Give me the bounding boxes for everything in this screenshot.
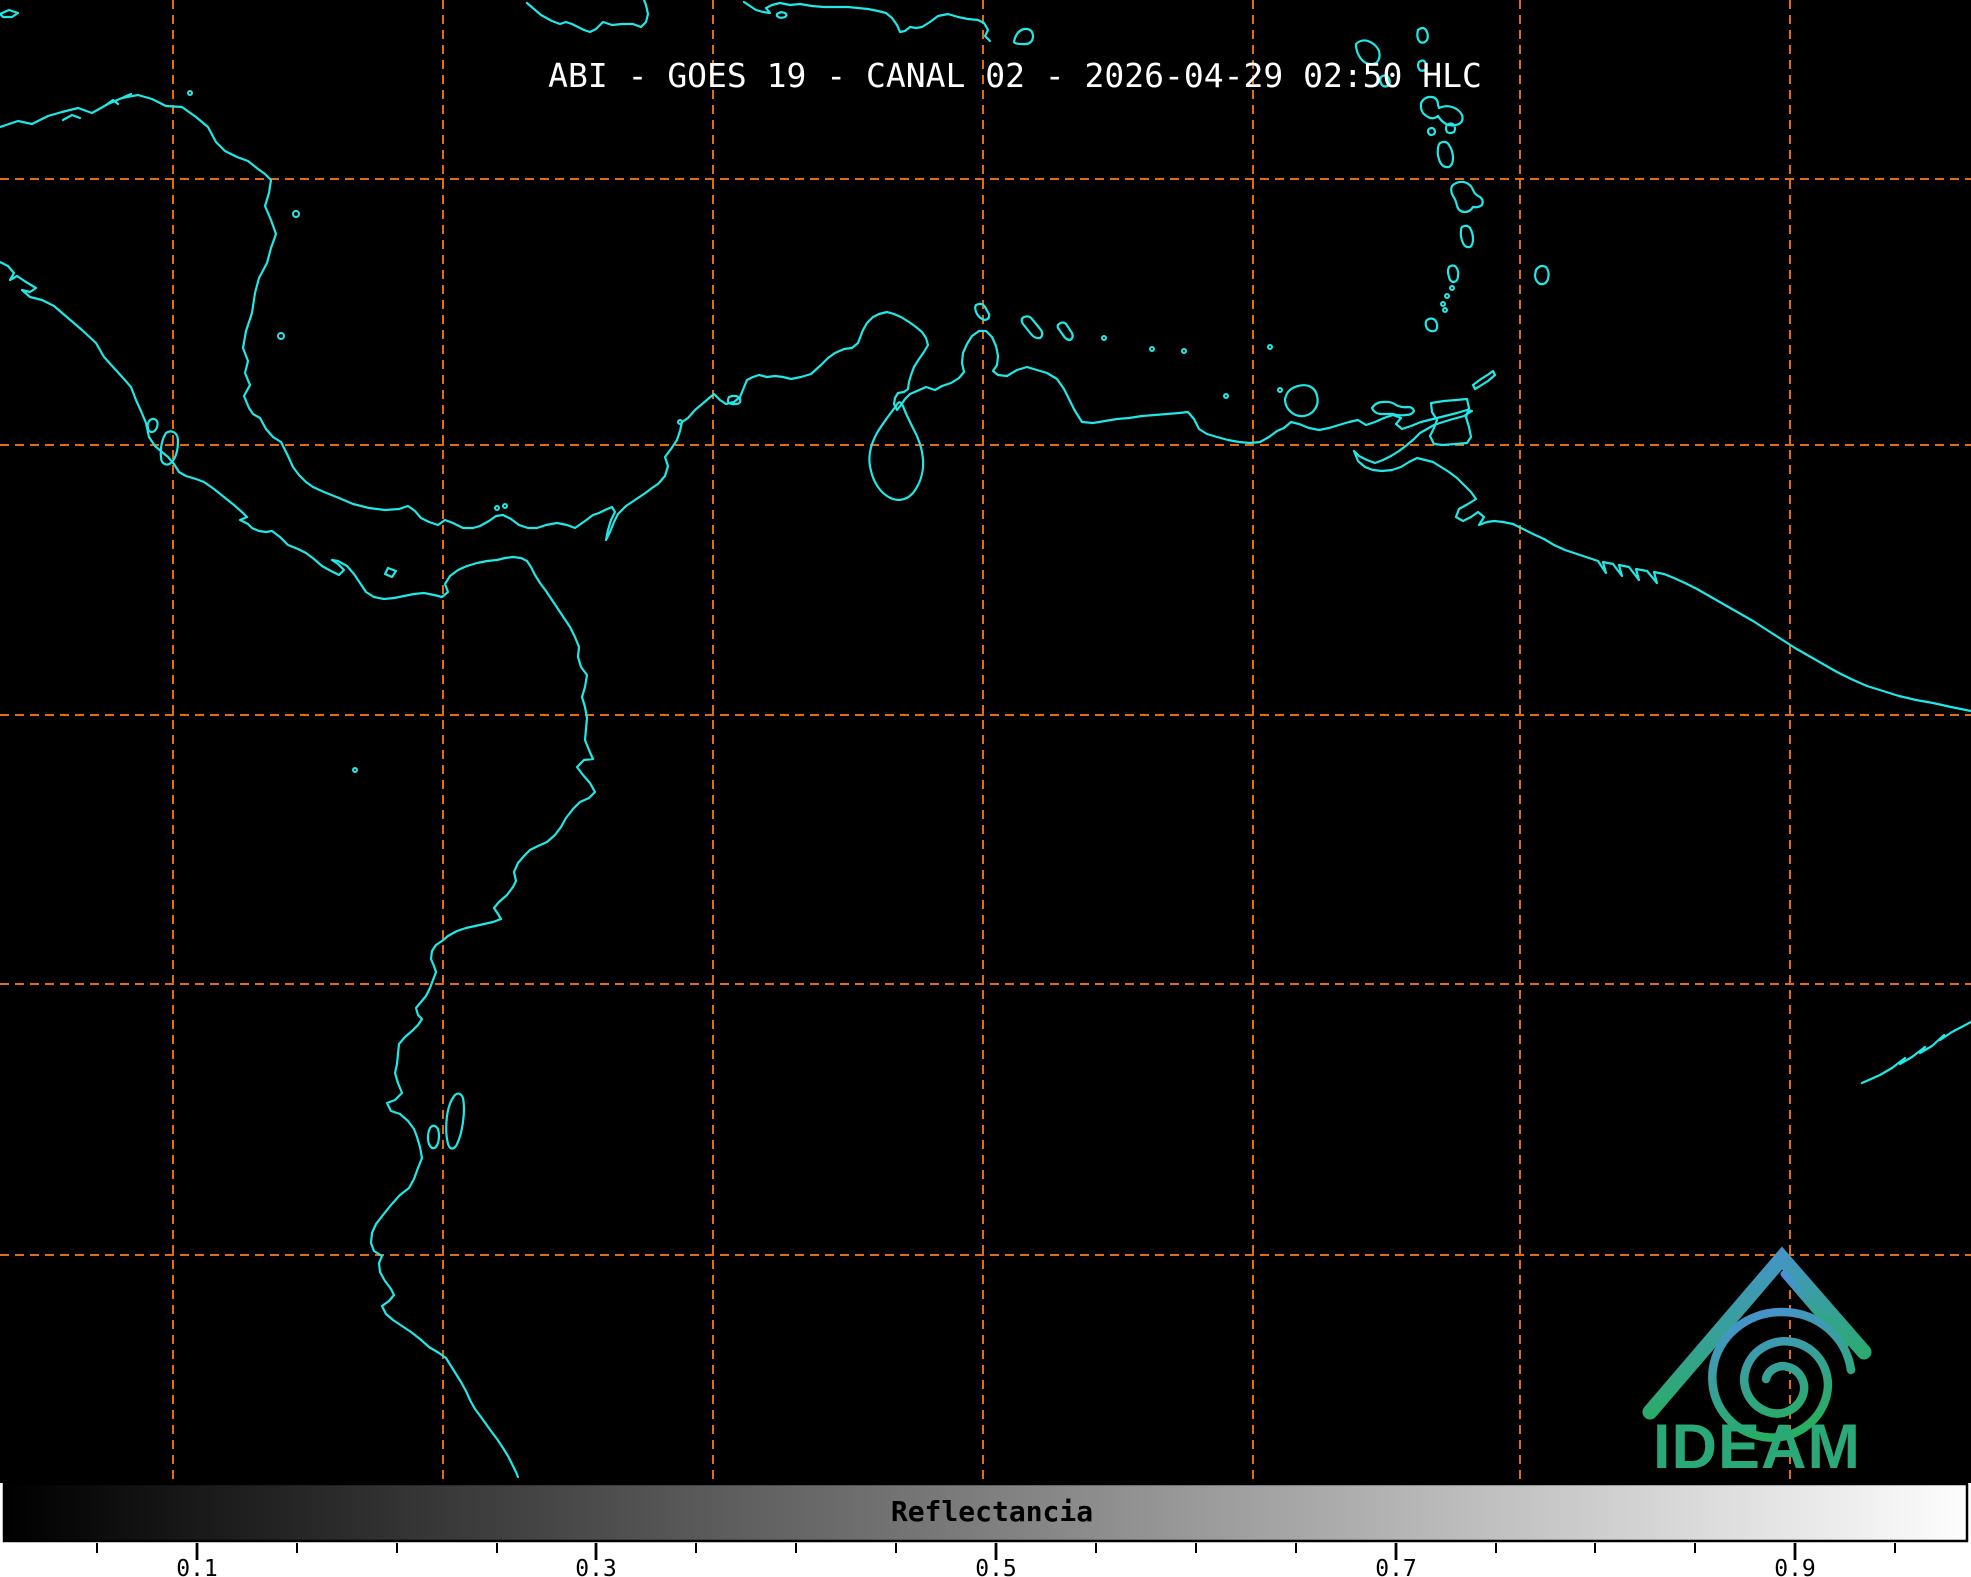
colorbar-label: Reflectancia	[891, 1495, 1093, 1528]
image-title: ABI - GOES 19 - CANAL 02 - 2026-04-29 02…	[548, 56, 1482, 95]
goes-satellite-image: ABI - GOES 19 - CANAL 02 - 2026-04-29 02…	[0, 0, 1971, 1577]
colorbar-tick-label: 0.1	[176, 1556, 218, 1577]
ideam-wordmark: IDEAM	[1653, 1412, 1861, 1482]
map-background	[0, 0, 1971, 1483]
colorbar-tick-label: 0.9	[1774, 1556, 1816, 1577]
colorbar-tick-label: 0.3	[575, 1556, 617, 1577]
colorbar-tick-label: 0.5	[975, 1556, 1017, 1577]
satellite-image-viewport: ABI - GOES 19 - CANAL 02 - 2026-04-29 02…	[0, 0, 1971, 1577]
colorbar-tick-label: 0.7	[1375, 1556, 1417, 1577]
